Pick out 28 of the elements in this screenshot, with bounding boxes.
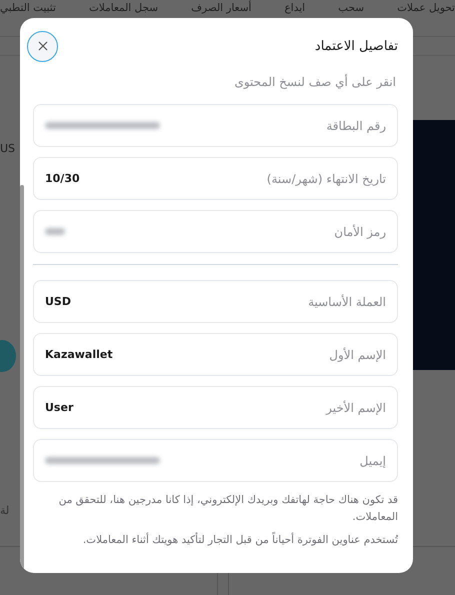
partial-text: US: [0, 142, 16, 155]
field-value: User: [45, 401, 74, 414]
dialog-title: تفاصيل الاعتماد: [314, 38, 398, 54]
blurred-value: [45, 228, 65, 235]
nav-link[interactable]: سجل المعاملات: [88, 2, 158, 15]
nav-link[interactable]: ايداع: [284, 2, 306, 15]
field-label: العملة الأساسية: [308, 294, 386, 308]
field-label: رقم البطاقة: [326, 118, 386, 132]
nav-link[interactable]: سحب: [338, 2, 364, 15]
field-value: USD: [45, 295, 71, 308]
close-button[interactable]: [27, 30, 58, 62]
field-value: 10/30: [45, 172, 80, 185]
info-note: قد تكون هناك حاجة لهاتفك وبريدك الإلكتروني، إذا كانا مدرجين هنا، للتحقق من المعاملات.: [58, 493, 398, 525]
field-label: الإسم الأخير: [326, 400, 386, 414]
field-label: الإسم الأول: [329, 348, 386, 362]
field-label: إيميل: [360, 454, 386, 468]
nav-link[interactable]: تحويل عملات: [397, 2, 455, 15]
field-label: رمز الأمان: [334, 224, 386, 238]
info-note: تُستخدم عناوين الفوترة أحياناً من قبل التجار لتأكيد هويتك أثناء المعاملات.: [82, 532, 398, 548]
copyable-row[interactable]: رقم البطاقة: [33, 104, 398, 147]
nav-link[interactable]: تثبيت التطبي: [0, 2, 56, 15]
field-value: Kazawallet: [45, 348, 113, 361]
copyable-row[interactable]: رمز الأمان: [33, 210, 398, 253]
hint-text: انقر على أي صف لنسخ المحتوى: [233, 75, 396, 89]
close-icon: [38, 41, 48, 51]
nav-link[interactable]: أسعار الصرف: [191, 2, 252, 15]
field-label: تاريخ الانتهاء (شهر/سنة): [266, 172, 386, 186]
copyable-row[interactable]: إيميل: [33, 439, 398, 482]
